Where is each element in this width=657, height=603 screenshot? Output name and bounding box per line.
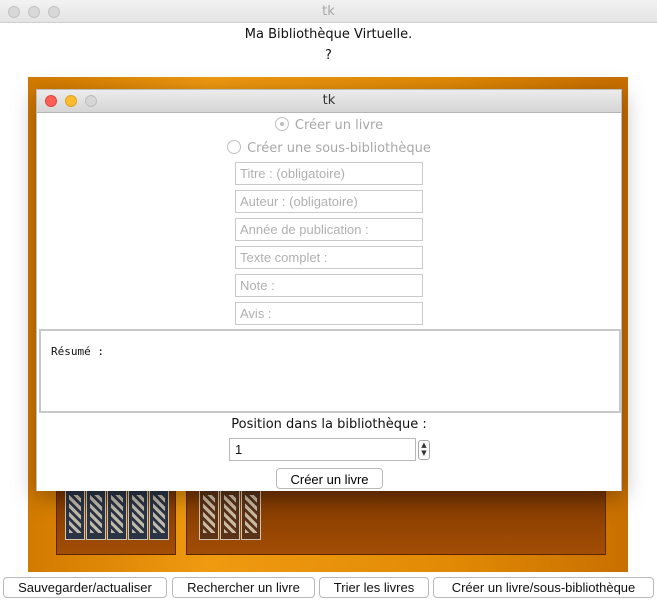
book[interactable] bbox=[65, 488, 85, 540]
author-field[interactable]: Auteur : (obligatoire) bbox=[235, 190, 423, 213]
note-field[interactable]: Note : bbox=[235, 274, 423, 297]
book[interactable] bbox=[86, 488, 106, 540]
radio-unchecked-icon[interactable] bbox=[227, 140, 242, 154]
title-field[interactable]: Titre : (obligatoire) bbox=[235, 162, 423, 185]
radio-checked-icon[interactable] bbox=[274, 117, 289, 131]
stepper-down-icon[interactable]: ▼ bbox=[419, 449, 429, 457]
create-book-or-sublibrary-button[interactable]: Créer un livre/sous-bibliothèque bbox=[433, 577, 654, 598]
summary-textarea[interactable]: Résumé : bbox=[39, 329, 621, 413]
radio-create-sublibrary[interactable]: Créer une sous-bibliothèque bbox=[37, 140, 621, 156]
page-subtitle: ? bbox=[325, 48, 332, 63]
book[interactable] bbox=[107, 488, 127, 540]
create-book-button[interactable]: Créer un livre bbox=[276, 468, 383, 489]
dialog-title: tk bbox=[322, 93, 336, 108]
book[interactable] bbox=[220, 488, 240, 540]
book[interactable] bbox=[241, 488, 261, 540]
year-field[interactable]: Année de publication : bbox=[235, 218, 423, 241]
sort-books-button[interactable]: Trier les livres bbox=[319, 577, 429, 598]
search-book-button[interactable]: Rechercher un livre bbox=[172, 577, 315, 598]
save-button[interactable]: Sauvegarder/actualiser bbox=[3, 577, 167, 598]
fulltext-field[interactable]: Texte complet : bbox=[235, 246, 423, 269]
book[interactable] bbox=[199, 488, 219, 540]
position-label: Position dans la bibliothèque : bbox=[231, 417, 427, 432]
main-titlebar: tk bbox=[0, 0, 657, 23]
radio-create-book-label: Créer un livre bbox=[294, 118, 384, 133]
window-title: tk bbox=[322, 4, 335, 19]
dialog-body: Créer un livre Créer une sous-bibliothèq… bbox=[37, 113, 621, 491]
radio-create-book[interactable]: Créer un livre bbox=[37, 117, 621, 133]
book[interactable] bbox=[149, 488, 169, 540]
review-field[interactable]: Avis : bbox=[235, 302, 423, 325]
stepper-up-icon[interactable]: ▲ bbox=[419, 441, 429, 449]
book[interactable] bbox=[128, 488, 148, 540]
summary-label: Résumé : bbox=[51, 345, 104, 358]
radio-create-sublibrary-label: Créer une sous-bibliothèque bbox=[247, 141, 431, 156]
position-input[interactable]: 1 bbox=[229, 438, 416, 461]
position-stepper[interactable]: ▲ ▼ bbox=[418, 440, 430, 460]
page-title: Ma Bibliothèque Virtuelle. bbox=[244, 27, 413, 42]
dialog-titlebar: tk bbox=[37, 90, 621, 113]
create-dialog: tk Créer un livre Créer une sous-bibliot… bbox=[36, 89, 622, 491]
